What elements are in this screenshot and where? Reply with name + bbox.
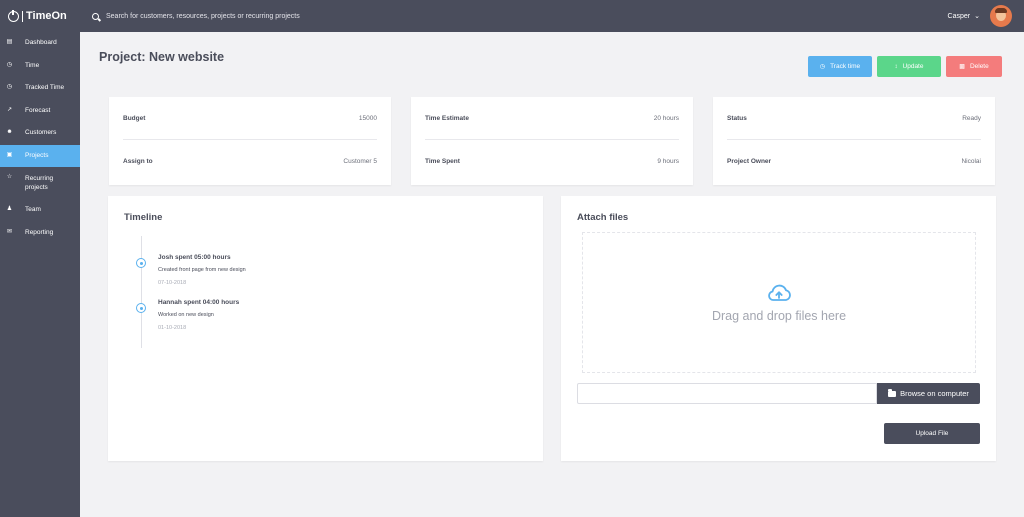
info-label: Status — [727, 114, 747, 122]
info-value: Ready — [962, 114, 981, 122]
info-row-assign-to: Assign to Customer 5 — [123, 140, 377, 183]
timeline-date: 07-10-2018 — [158, 280, 187, 286]
browse-label: Browse on computer — [900, 389, 969, 398]
search-bar[interactable]: Search for customers, resources, project… — [92, 12, 948, 20]
sidebar-item-label: Team — [25, 206, 41, 213]
info-row-budget: Budget 15000 — [123, 97, 377, 140]
browse-button[interactable]: Browse on computer — [877, 383, 980, 404]
team-icon: ♟ — [6, 206, 13, 212]
sidebar-item-label: Reporting — [25, 228, 54, 236]
upload-file-button[interactable]: Upload File — [884, 423, 980, 444]
info-row-time-spent: Time Spent 9 hours — [425, 140, 679, 183]
sidebar-item-label: Tracked Time — [25, 84, 65, 91]
timeline-description: Worked on new design — [158, 312, 214, 318]
user-menu[interactable]: Casper ⌄ — [948, 5, 1012, 27]
update-icon: ↕ — [894, 63, 898, 70]
stopwatch-icon: ◷ — [819, 64, 826, 70]
sidebar-item-tracked-time[interactable]: ◷ Tracked Time — [0, 77, 80, 100]
timeline-title: Timeline — [124, 212, 163, 223]
attach-files-card: Attach files Drag and drop files here Br… — [561, 196, 996, 461]
time-card: Time Estimate 20 hours Time Spent 9 hour… — [411, 97, 693, 185]
timeline-dot-icon — [136, 258, 146, 268]
dropzone-text: Drag and drop files here — [711, 308, 847, 323]
app-name: TimeOn — [26, 10, 67, 22]
sidebar-item-label: Recurring projects — [25, 175, 54, 191]
sidebar-item-label: Projects — [25, 151, 49, 159]
sidebar-item-label: Forecast — [25, 106, 51, 114]
search-icon — [92, 12, 99, 20]
sidebar-item-label: Customers — [25, 129, 57, 136]
top-bar: TimeOn Search for customers, resources, … — [0, 0, 1024, 32]
time-icon: ◷ — [6, 61, 13, 68]
clock-icon: ◷ — [6, 84, 13, 90]
folder-icon — [888, 389, 897, 397]
timeline-dot-icon — [136, 303, 146, 313]
info-label: Time Spent — [425, 158, 460, 165]
sidebar-item-label: Time — [25, 61, 40, 69]
delete-label: Delete — [969, 63, 989, 70]
sidebar-item-dashboard[interactable]: ▤ Dashboard — [0, 32, 80, 55]
upload-label: Upload File — [915, 430, 949, 437]
sidebar-item-team[interactable]: ♟ Team — [0, 199, 80, 222]
sidebar-item-forecast[interactable]: ↗ Forecast — [0, 100, 80, 123]
info-label: Assign to — [123, 158, 153, 165]
folder-icon: ▣ — [6, 151, 13, 158]
info-value: Customer 5 — [343, 158, 377, 165]
trend-icon: ↗ — [6, 106, 13, 113]
info-value: Nicolai — [961, 158, 981, 165]
file-dropzone[interactable]: Drag and drop files here — [582, 232, 976, 373]
info-label: Project Owner — [727, 158, 772, 165]
timeline-heading: Josh spent 05:00 hours — [158, 254, 231, 261]
power-icon — [8, 9, 19, 22]
info-value: 9 hours — [657, 158, 679, 165]
sidebar-item-label: Dashboard — [25, 39, 57, 46]
page-title: Project: New website — [99, 50, 225, 64]
info-value: 15000 — [358, 114, 377, 122]
logo-divider — [22, 10, 23, 22]
user-icon: ☻ — [6, 129, 13, 135]
chevron-down-icon[interactable]: ⌄ — [974, 12, 980, 20]
budget-card: Budget 15000 Assign to Customer 5 — [109, 97, 391, 185]
info-row-project-owner: Project Owner Nicolai — [727, 140, 981, 183]
info-row-time-estimate: Time Estimate 20 hours — [425, 97, 679, 140]
info-row-status: Status Ready — [727, 97, 981, 140]
timeline-heading: Hannah spent 04:00 hours — [158, 299, 240, 306]
star-icon: ☆ — [6, 174, 13, 180]
sidebar: ▤ Dashboard ◷ Time ◷ Tracked Time ↗ Fore… — [0, 32, 80, 517]
sidebar-item-projects[interactable]: ▣ Projects — [0, 144, 80, 167]
track-time-button[interactable]: ◷ Track time — [808, 56, 872, 77]
trash-icon: ▩ — [959, 64, 965, 70]
file-path-input[interactable] — [577, 383, 877, 404]
timeline-description: Created front page from new design — [158, 267, 246, 273]
track-time-label: Track time — [830, 63, 861, 70]
avatar[interactable] — [990, 5, 1012, 27]
info-value: 20 hours — [653, 114, 679, 122]
delete-button[interactable]: ▩ Delete — [946, 56, 1002, 77]
sidebar-item-recurring-projects[interactable]: ☆ Recurring projects — [0, 167, 80, 199]
status-card: Status Ready Project Owner Nicolai — [713, 97, 995, 185]
update-label: Update — [902, 63, 924, 70]
user-name[interactable]: Casper — [948, 13, 971, 20]
attach-files-title: Attach files — [577, 212, 629, 223]
update-button[interactable]: ↕ Update — [877, 56, 941, 77]
sidebar-item-reporting[interactable]: ✉ Reporting — [0, 222, 80, 245]
sidebar-item-customers[interactable]: ☻ Customers — [0, 122, 80, 145]
timeline-line — [141, 236, 142, 348]
envelope-icon: ✉ — [6, 228, 13, 235]
cloud-upload-icon — [768, 284, 791, 301]
info-label: Time Estimate — [425, 114, 469, 122]
timeline-card: Timeline Josh spent 05:00 hours Created … — [108, 196, 543, 461]
app-logo[interactable]: TimeOn — [0, 0, 80, 32]
timeline-date: 01-10-2018 — [158, 325, 187, 331]
sidebar-item-time[interactable]: ◷ Time — [0, 55, 80, 78]
search-input[interactable]: Search for customers, resources, project… — [106, 13, 300, 20]
dashboard-icon: ▤ — [6, 39, 13, 45]
info-label: Budget — [123, 114, 146, 122]
